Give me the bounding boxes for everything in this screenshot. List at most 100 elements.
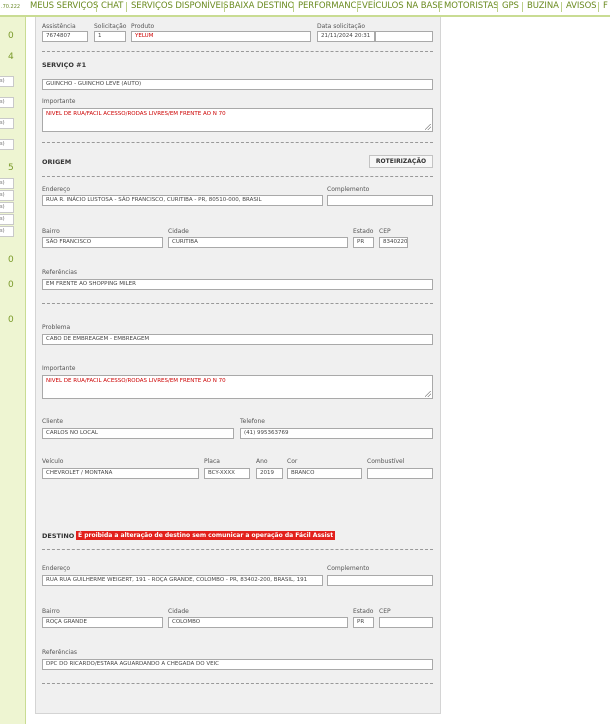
nav-avisos[interactable]: AVISOS <box>566 1 597 11</box>
destino-endereco-field[interactable]: RUA RUA GUILHERME WEIGERT, 191 - ROÇA GR… <box>42 575 323 586</box>
origem-endereco-field[interactable]: RUA R. INÁCIO LUSTOSA - SÃO FRANCISCO, C… <box>42 195 323 206</box>
nav-motoristas[interactable]: MOTORISTAS <box>444 1 499 11</box>
servico-title: SERVIÇO #1 <box>42 61 87 69</box>
nav-separator <box>598 2 599 12</box>
sidebar-count[interactable]: 0 <box>8 31 14 41</box>
cor-label: Cor <box>287 458 298 465</box>
origem-bairro-label: Bairro <box>42 228 60 235</box>
origem-complemento-field[interactable] <box>327 195 433 206</box>
placa-field[interactable]: BCY-XXXX <box>204 468 250 479</box>
sidebar-count[interactable]: 0 <box>8 280 14 290</box>
solicitacao-field[interactable]: 1 <box>94 31 126 42</box>
resize-grip-icon[interactable] <box>425 124 431 130</box>
sidebar-item[interactable]: s) <box>0 178 14 189</box>
combustivel-label: Combustível <box>367 458 405 465</box>
hora-solicitacao-field[interactable] <box>375 31 433 42</box>
sidebar-count[interactable]: 5 <box>8 163 14 173</box>
servico-importante-text: NIVEL DE RUA/FACIL ACESSO/RODAS LIVRES/E… <box>46 111 226 117</box>
sidebar: 0 4 s) s) s) s) 5 s) s) s) s) s) 0 0 0 <box>0 17 26 724</box>
sidebar-item[interactable]: s) <box>0 76 14 87</box>
problema-importante-label: Importante <box>42 365 76 372</box>
nav-buzina[interactable]: BUZINA <box>527 1 559 11</box>
sidebar-item[interactable]: s) <box>0 139 14 150</box>
destino-bairro-field[interactable]: ROÇA GRANDE <box>42 617 163 628</box>
servico-field[interactable]: GUINCHO - GUINCHO LEVE (AUTO) <box>42 79 433 90</box>
divider <box>42 142 433 143</box>
cor-field[interactable]: BRANCO <box>287 468 362 479</box>
sidebar-item[interactable]: s) <box>0 190 14 201</box>
assistencia-field[interactable]: 7674807 <box>42 31 88 42</box>
nav-chat[interactable]: CHAT <box>101 1 123 11</box>
sidebar-item[interactable]: s) <box>0 226 14 237</box>
nav-servicos-disponiveis[interactable]: SERVIÇOS DISPONÍVEIS <box>131 1 229 11</box>
nav-separator <box>96 2 97 12</box>
origem-referencias-field[interactable]: EM FRENTE AO SHOPPING MILER <box>42 279 433 290</box>
origem-cidade-label: Cidade <box>168 228 189 235</box>
ano-label: Ano <box>256 458 268 465</box>
servico-importante-label: Importante <box>42 98 76 105</box>
destino-complemento-field[interactable] <box>327 575 433 586</box>
origem-complemento-label: Complemento <box>327 186 370 193</box>
cliente-field[interactable]: CARLOS NO LOCAL <box>42 428 234 439</box>
cliente-label: Cliente <box>42 418 64 425</box>
origem-cidade-field[interactable]: CURITIBA <box>168 237 348 248</box>
destino-cep-field[interactable] <box>379 617 433 628</box>
nav-separator <box>439 2 440 12</box>
destino-title: DESTINO <box>42 532 75 540</box>
destino-estado-field[interactable]: PR <box>353 617 374 628</box>
origem-cep-label: CEP <box>379 228 391 235</box>
produto-label: Produto <box>131 23 155 30</box>
nav-separator <box>357 2 358 12</box>
top-navigation: .70.222 MEUS SERVIÇOS CHAT SERVIÇOS DISP… <box>0 0 610 17</box>
solicitacao-label: Solicitação <box>94 23 127 30</box>
sidebar-item[interactable]: s) <box>0 214 14 225</box>
data-solicitacao-field[interactable]: 21/11/2024 20:31 <box>317 31 375 42</box>
produto-field[interactable]: YELUM <box>131 31 311 42</box>
destino-warning-badge: É proibida a alteração de destino sem co… <box>76 531 336 540</box>
ano-field[interactable]: 2019 <box>256 468 283 479</box>
sidebar-item[interactable]: s) <box>0 202 14 213</box>
destino-estado-label: Estado <box>353 608 374 615</box>
sidebar-item[interactable]: s) <box>0 118 14 129</box>
servico-importante-textarea[interactable]: NIVEL DE RUA/FACIL ACESSO/RODAS LIVRES/E… <box>42 108 433 132</box>
nav-separator <box>126 2 127 12</box>
nav-veiculos-na-base[interactable]: VEÍCULOS NA BASE <box>362 1 443 11</box>
telefone-field[interactable]: (41) 995363769 <box>240 428 433 439</box>
destino-referencias-field[interactable]: DPC DO RICARDO/ESTARA AGUARDANDO A CHEGA… <box>42 659 433 670</box>
roteirizacao-button[interactable]: ROTEIRIZAÇÃO <box>369 155 433 168</box>
destino-referencias-label: Referências <box>42 649 77 656</box>
destino-cidade-label: Cidade <box>168 608 189 615</box>
nav-separator <box>522 2 523 12</box>
origem-estado-label: Estado <box>353 228 374 235</box>
divider <box>42 303 433 304</box>
nav-separator <box>224 2 225 12</box>
problema-importante-textarea[interactable]: NIVEL DE RUA/FACIL ACESSO/RODAS LIVRES/E… <box>42 375 433 399</box>
sidebar-count[interactable]: 0 <box>8 315 14 325</box>
combustivel-field[interactable] <box>367 468 433 479</box>
divider <box>42 683 433 684</box>
destino-complemento-label: Complemento <box>327 565 370 572</box>
sidebar-count[interactable]: 4 <box>8 52 14 62</box>
nav-meus-servicos[interactable]: MEUS SERVIÇOS <box>30 1 98 11</box>
assistencia-label: Assistência <box>42 23 76 30</box>
destino-cidade-field[interactable]: COLOMBO <box>168 617 348 628</box>
nav-more[interactable]: F <box>603 1 608 11</box>
origem-cep-field[interactable]: 83402200 <box>379 237 408 248</box>
nav-gps[interactable]: GPS <box>502 1 519 11</box>
problema-field[interactable]: CABO DE EMBREAGEM - EMBREAGEM <box>42 334 433 345</box>
nav-baixa-destino[interactable]: BAIXA DESTINO <box>229 1 294 11</box>
sidebar-item[interactable]: s) <box>0 97 14 108</box>
nav-performance[interactable]: PERFORMANCE <box>298 1 362 11</box>
origem-estado-field[interactable]: PR <box>353 237 374 248</box>
veiculo-field[interactable]: CHEVROLET / MONTANA <box>42 468 199 479</box>
problema-importante-text: NIVEL DE RUA/FACIL ACESSO/RODAS LIVRES/E… <box>46 378 226 384</box>
divider <box>42 51 433 52</box>
sidebar-count[interactable]: 0 <box>8 255 14 265</box>
origem-bairro-field[interactable]: SÃO FRANCISCO <box>42 237 163 248</box>
origem-endereco-label: Endereço <box>42 186 71 193</box>
divider <box>42 549 433 550</box>
ip-address: .70.222 <box>1 4 21 10</box>
nav-separator <box>497 2 498 12</box>
destino-cep-label: CEP <box>379 608 391 615</box>
resize-grip-icon[interactable] <box>425 391 431 397</box>
